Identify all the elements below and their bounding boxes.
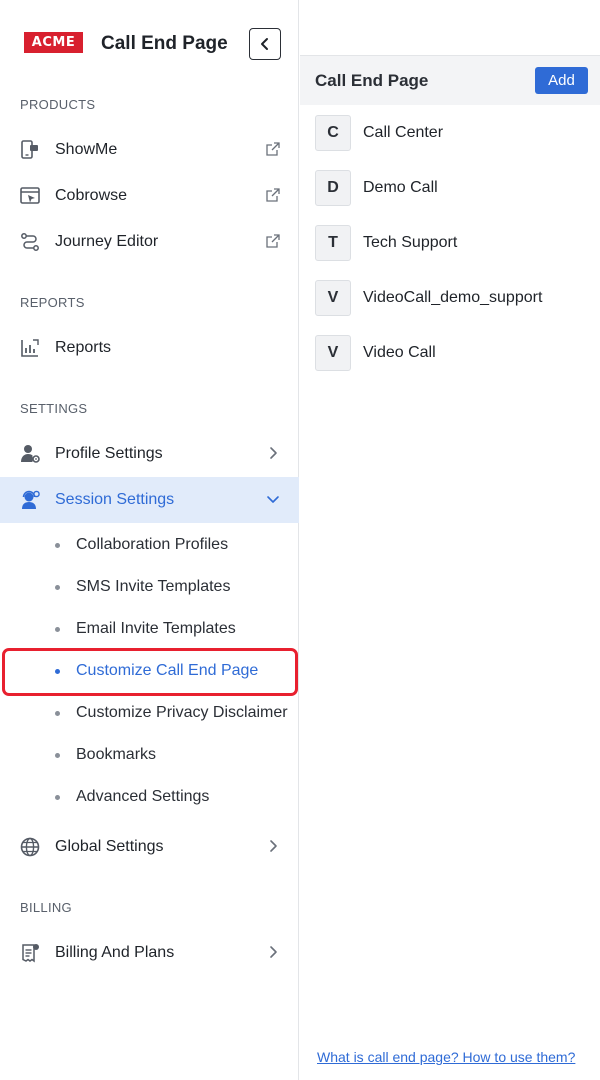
initial-avatar: D bbox=[315, 170, 351, 206]
agent-headset-icon bbox=[22, 490, 40, 509]
section-label-billing: BILLING bbox=[20, 900, 72, 915]
submenu-item-bookmarks[interactable]: Bookmarks bbox=[0, 735, 299, 775]
report-chart-icon bbox=[21, 339, 39, 357]
bullet-icon bbox=[55, 795, 60, 800]
sidebar-item-label: Cobrowse bbox=[55, 187, 128, 204]
submenu-item-customize-call-end-page[interactable]: Customize Call End Page bbox=[0, 651, 299, 691]
panel-header: Call End Page Add bbox=[300, 56, 600, 105]
chevron-down-icon bbox=[267, 496, 279, 503]
sidebar-item-journey-editor[interactable]: Journey Editor bbox=[0, 219, 299, 265]
submenu-item-label: Email Invite Templates bbox=[76, 620, 236, 637]
sidebar-item-label: Profile Settings bbox=[55, 445, 163, 462]
sidebar-item-profile-settings[interactable]: Profile Settings bbox=[0, 431, 299, 477]
sidebar-item-label: Session Settings bbox=[55, 491, 175, 508]
sidebar-item-reports[interactable]: Reports bbox=[0, 325, 299, 371]
receipt-icon bbox=[22, 944, 39, 963]
sidebar-item-session-settings[interactable]: Session Settings bbox=[0, 477, 299, 523]
sidebar-item-label: Reports bbox=[55, 339, 112, 356]
external-link-icon bbox=[266, 188, 280, 202]
bullet-icon bbox=[55, 711, 60, 716]
list-item-name: VideoCall_demo_support bbox=[363, 289, 543, 306]
panel-title: Call End Page bbox=[315, 71, 429, 90]
submenu-item-customize-privacy-disclaimer[interactable]: Customize Privacy Disclaimer bbox=[0, 693, 299, 733]
submenu-item-email-invite-templates[interactable]: Email Invite Templates bbox=[0, 609, 299, 649]
journey-route-icon bbox=[21, 233, 39, 251]
sidebar-item-label: Journey Editor bbox=[55, 233, 159, 250]
list-item[interactable]: V VideoCall_demo_support bbox=[300, 270, 600, 325]
sidebar: ACME Call End Page PRODUCTS ShowMe Cobro… bbox=[0, 0, 299, 1080]
submenu-item-advanced-settings[interactable]: Advanced Settings bbox=[0, 777, 299, 817]
list-item[interactable]: C Call Center bbox=[300, 105, 600, 160]
submenu-item-label: Customize Privacy Disclaimer bbox=[76, 704, 288, 721]
initial-avatar: V bbox=[315, 280, 351, 316]
sidebar-item-showme[interactable]: ShowMe bbox=[0, 127, 299, 173]
sidebar-item-cobrowse[interactable]: Cobrowse bbox=[0, 173, 299, 219]
add-button[interactable]: Add bbox=[535, 67, 588, 94]
list-item[interactable]: D Demo Call bbox=[300, 160, 600, 215]
section-label-products: PRODUCTS bbox=[20, 97, 96, 112]
external-link-icon bbox=[266, 142, 280, 156]
submenu-item-sms-invite-templates[interactable]: SMS Invite Templates bbox=[0, 567, 299, 607]
call-end-page-panel: Call End Page Add C Call Center D Demo C… bbox=[300, 0, 600, 1080]
submenu-item-label: Bookmarks bbox=[76, 746, 157, 763]
submenu-item-collaboration-profiles[interactable]: Collaboration Profiles bbox=[0, 525, 299, 565]
bullet-icon bbox=[55, 753, 60, 758]
list-item-name: Video Call bbox=[363, 344, 436, 361]
collapse-sidebar-button[interactable] bbox=[249, 28, 281, 60]
section-label-reports: REPORTS bbox=[20, 295, 85, 310]
initial-avatar: V bbox=[315, 335, 351, 371]
phone-screen-icon bbox=[21, 140, 38, 159]
initial-avatar: C bbox=[315, 115, 351, 151]
bullet-icon bbox=[55, 585, 60, 590]
sidebar-item-label: ShowMe bbox=[55, 141, 118, 158]
acme-logo: ACME bbox=[24, 32, 83, 53]
submenu-item-label: SMS Invite Templates bbox=[76, 578, 231, 595]
browser-cursor-icon bbox=[20, 187, 40, 204]
sidebar-item-billing-and-plans[interactable]: Billing And Plans bbox=[0, 930, 299, 976]
list-item-name: Call Center bbox=[363, 124, 444, 141]
initial-avatar: T bbox=[315, 225, 351, 261]
list-item-name: Demo Call bbox=[363, 179, 438, 196]
help-link[interactable]: What is call end page? How to use them? bbox=[317, 1049, 575, 1065]
submenu-item-label: Advanced Settings bbox=[76, 788, 210, 805]
sidebar-item-label: Global Settings bbox=[55, 838, 164, 855]
list-item[interactable]: V Video Call bbox=[300, 325, 600, 380]
user-gear-icon bbox=[21, 445, 40, 463]
sidebar-item-label: Billing And Plans bbox=[55, 944, 175, 961]
list-item-name: Tech Support bbox=[363, 234, 458, 251]
list-item[interactable]: T Tech Support bbox=[300, 215, 600, 270]
submenu-item-label: Customize Call End Page bbox=[76, 662, 259, 679]
chevron-right-icon bbox=[270, 946, 277, 958]
bullet-icon bbox=[55, 627, 60, 632]
section-label-settings: SETTINGS bbox=[20, 401, 88, 416]
sidebar-header: ACME Call End Page bbox=[0, 0, 299, 90]
submenu-item-label: Collaboration Profiles bbox=[76, 536, 229, 553]
chevron-left-icon bbox=[261, 38, 268, 50]
app-title: Call End Page bbox=[101, 33, 228, 54]
sidebar-item-global-settings[interactable]: Global Settings bbox=[0, 824, 299, 870]
external-link-icon bbox=[266, 234, 280, 248]
chevron-right-icon bbox=[270, 840, 277, 852]
bullet-icon bbox=[55, 543, 60, 548]
globe-icon bbox=[20, 837, 40, 857]
panel-top-bar bbox=[300, 0, 600, 56]
bullet-icon bbox=[55, 669, 60, 674]
chevron-right-icon bbox=[270, 447, 277, 459]
